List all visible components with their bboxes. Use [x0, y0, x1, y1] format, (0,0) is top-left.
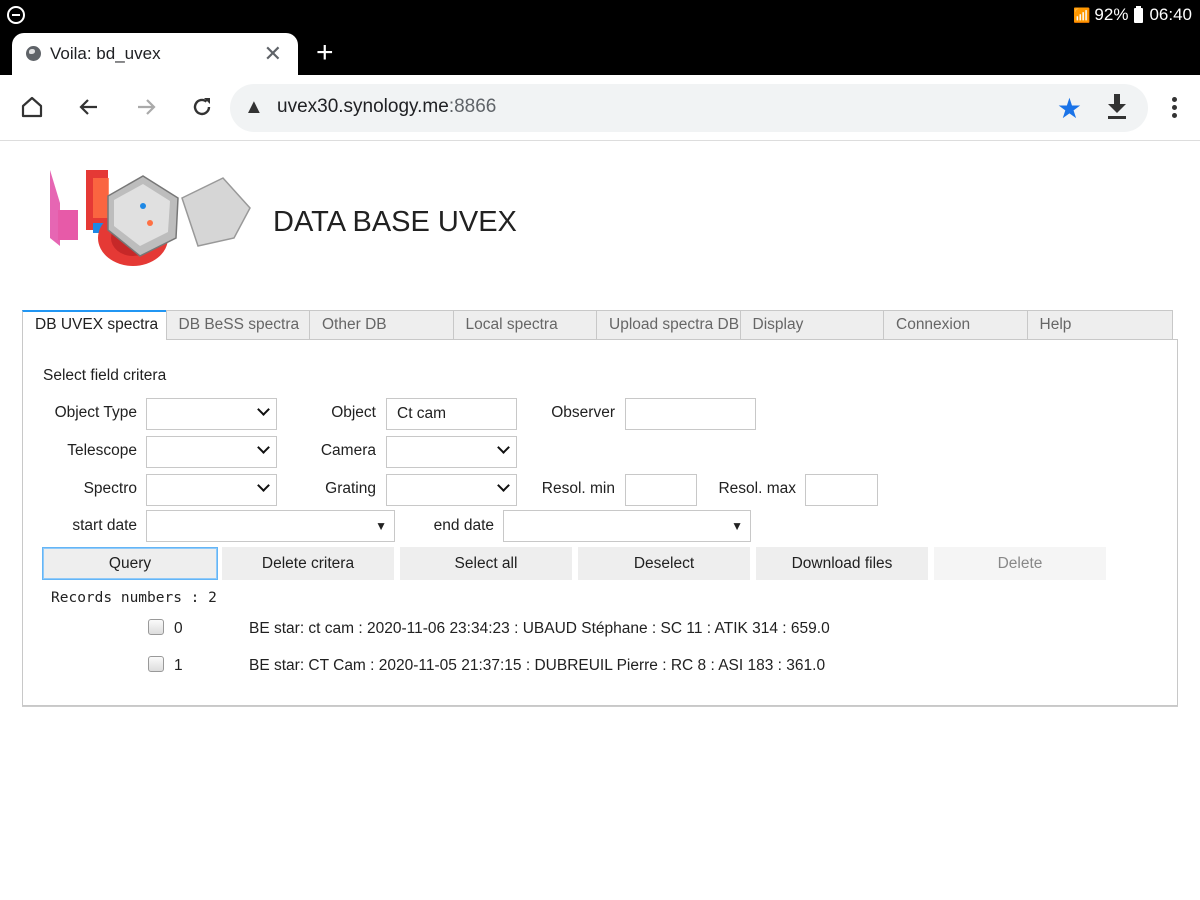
resol-max-label: Resol. max: [718, 480, 796, 497]
main-tabs: DB UVEX spectra DB BeSS spectra Other DB…: [22, 310, 1178, 340]
spectro-label: Spectro: [83, 480, 137, 497]
browser-tab-strip: Voila: bd_uvex ✕ +: [0, 32, 1200, 75]
wifi-icon: 📶: [1072, 6, 1091, 23]
download-files-button[interactable]: Download files: [756, 547, 928, 580]
url-text[interactable]: uvex30.synology.me:8866: [277, 96, 496, 118]
resol-max-input[interactable]: [805, 474, 878, 506]
reload-icon[interactable]: [186, 91, 218, 123]
object-label: Object: [331, 404, 376, 421]
chevron-down-icon: [257, 479, 270, 492]
download-icon[interactable]: [1106, 94, 1128, 120]
battery-percent: 92%: [1094, 5, 1129, 24]
start-date-picker[interactable]: ▼: [146, 510, 395, 542]
record-description: BE star: ct cam : 2020-11-06 23:34:23 : …: [249, 620, 830, 637]
clock: 06:40: [1149, 5, 1192, 24]
dropdown-triangle-icon: ▼: [731, 519, 743, 533]
chevron-down-icon: [257, 403, 270, 416]
home-icon[interactable]: [16, 91, 48, 123]
url-port: :8866: [448, 96, 497, 117]
browser-tab-title: Voila: bd_uvex: [50, 44, 161, 63]
close-tab-icon[interactable]: ✕: [264, 41, 282, 67]
address-bar[interactable]: ▲ uvex30.synology.me:8866 ★: [230, 84, 1148, 132]
camera-label: Camera: [320, 442, 376, 459]
section-label: Select field critera: [43, 367, 167, 384]
dropdown-triangle-icon: ▼: [375, 519, 387, 533]
url-host: uvex30.synology.me: [277, 96, 449, 117]
delete-button[interactable]: Delete: [934, 547, 1106, 580]
resol-min-label: Resol. min: [541, 480, 615, 497]
spectro-select[interactable]: [146, 474, 277, 506]
browser-tab[interactable]: Voila: bd_uvex ✕: [12, 33, 298, 75]
end-date-picker[interactable]: ▼: [503, 510, 751, 542]
tab-upload-spectra-db[interactable]: Upload spectra DB: [596, 310, 741, 340]
object-input[interactable]: Ct cam: [386, 398, 517, 430]
resol-min-input[interactable]: [625, 474, 697, 506]
observer-label: Observer: [551, 404, 615, 421]
tab-other-db[interactable]: Other DB: [309, 310, 454, 340]
bookmark-star-icon[interactable]: ★: [1057, 92, 1082, 125]
telescope-select[interactable]: [146, 436, 277, 468]
query-button[interactable]: Query: [42, 547, 218, 580]
end-date-label: end date: [433, 517, 494, 534]
record-index: 1: [174, 657, 183, 674]
page-title: DATA BASE UVEX: [273, 206, 517, 238]
uvex-logo: [50, 170, 251, 266]
grating-select[interactable]: [386, 474, 517, 506]
camera-select[interactable]: [386, 436, 517, 468]
record-checkbox[interactable]: [148, 619, 164, 635]
grating-label: Grating: [325, 480, 376, 497]
tab-help[interactable]: Help: [1026, 310, 1173, 340]
record-checkbox[interactable]: [148, 656, 164, 672]
warning-icon: ▲: [244, 96, 264, 118]
tab-db-bess-spectra[interactable]: DB BeSS spectra: [165, 310, 310, 340]
tab-db-uvex-spectra[interactable]: DB UVEX spectra: [22, 310, 167, 340]
tab-local-spectra[interactable]: Local spectra: [452, 310, 597, 340]
tab-connexion[interactable]: Connexion: [883, 310, 1028, 340]
status-bar: 📶 92% 06:40: [0, 0, 1200, 32]
select-all-button[interactable]: Select all: [400, 547, 572, 580]
observer-input[interactable]: [625, 398, 756, 430]
start-date-label: start date: [72, 517, 137, 534]
telescope-label: Telescope: [67, 442, 137, 459]
record-index: 0: [174, 620, 183, 637]
object-type-select[interactable]: [146, 398, 277, 430]
forward-arrow-icon[interactable]: [130, 91, 162, 123]
delete-criteria-button[interactable]: Delete critera: [222, 547, 394, 580]
chevron-down-icon: [497, 441, 510, 454]
new-tab-icon[interactable]: +: [316, 36, 334, 70]
record-description: BE star: CT Cam : 2020-11-05 21:37:15 : …: [249, 657, 826, 674]
browser-toolbar: ▲ uvex30.synology.me:8866 ★: [0, 75, 1200, 141]
back-arrow-icon[interactable]: [73, 91, 105, 123]
chevron-down-icon: [257, 441, 270, 454]
tab-display[interactable]: Display: [739, 310, 884, 340]
records-count: Records numbers : 2: [51, 590, 217, 606]
deselect-button[interactable]: Deselect: [578, 547, 750, 580]
chevron-down-icon: [497, 479, 510, 492]
more-menu-icon[interactable]: [1172, 97, 1178, 121]
battery-icon: [1134, 5, 1144, 23]
do-not-disturb-icon: [7, 6, 25, 24]
globe-icon: [26, 46, 41, 61]
object-type-label: Object Type: [54, 404, 137, 421]
